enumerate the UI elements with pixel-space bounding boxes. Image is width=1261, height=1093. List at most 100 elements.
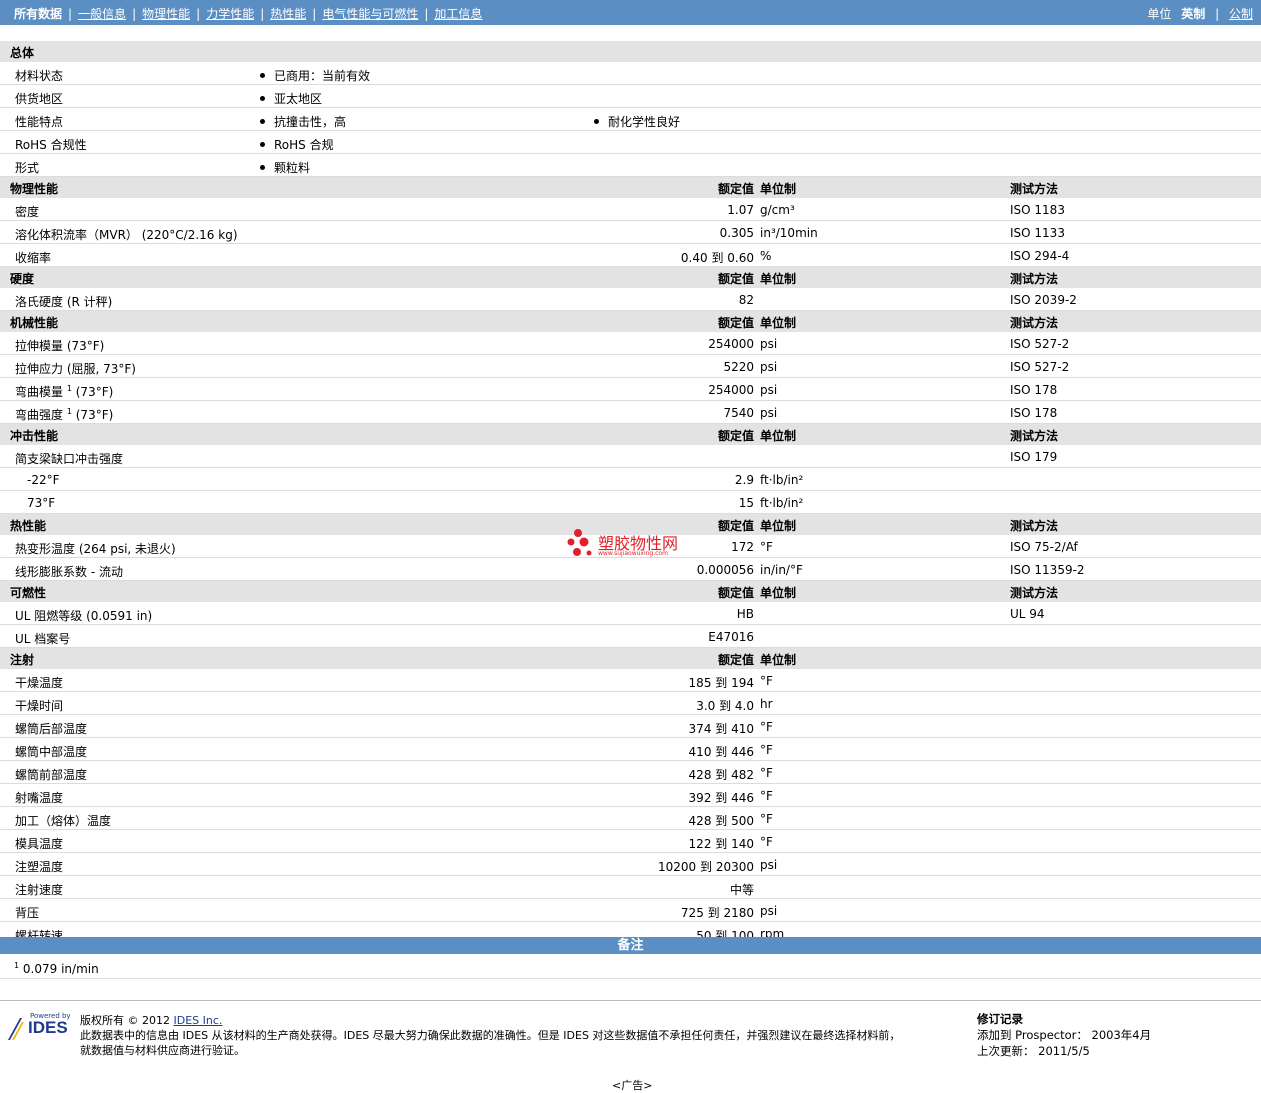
column-header-unit: 单位制 xyxy=(760,653,797,667)
unit-imperial[interactable]: 英制 xyxy=(1181,7,1205,21)
property-name-text: 弯曲模量 xyxy=(15,385,64,399)
section-title: 热性能 xyxy=(10,519,47,533)
nav-tab-2[interactable]: 物理性能 xyxy=(142,7,190,21)
property-name: UL 阻燃等级 (0.0591 in) xyxy=(15,607,152,624)
column-header-value: 额定值 xyxy=(717,653,754,667)
nav-tab-3[interactable]: 力学性能 xyxy=(206,7,254,21)
property-bullet: RoHS 合规 xyxy=(260,136,334,153)
property-unit: °F xyxy=(760,674,773,688)
property-unit: °F xyxy=(760,720,773,734)
notes-header: 备注 xyxy=(0,937,1261,954)
property-unit: °F xyxy=(760,743,773,757)
table-row: 溶化体积流率（MVR） (220°C/2.16 kg) 0.305 in³/10mi… xyxy=(0,221,1261,244)
property-name: -22°F xyxy=(27,473,60,487)
property-unit: °F xyxy=(760,766,773,780)
column-header-unit: 单位制 xyxy=(760,182,797,196)
section-title: 可燃性 xyxy=(10,586,47,600)
property-unit: °F xyxy=(760,789,773,803)
property-value: 1.07 xyxy=(727,203,754,217)
property-value: 725 到 2180 xyxy=(680,906,754,920)
property-unit: °F xyxy=(760,835,773,849)
nav-tabs: 所有数据 | 一般信息 | 物理性能 | 力学性能 | 热性能 | 电气性能与可燃性 | 加工信息 xyxy=(14,7,483,21)
property-name-text: 干燥时间 xyxy=(15,699,64,713)
property-name-text: -22°F xyxy=(27,473,60,487)
property-name: 加工（熔体）温度 xyxy=(15,812,111,829)
property-name-text: 简支梁缺口冲击强度 xyxy=(15,452,124,466)
test-method: UL 94 xyxy=(1010,607,1045,621)
property-name-text: 加工（熔体）温度 xyxy=(15,814,112,828)
test-method: ISO 2039-2 xyxy=(1010,293,1077,307)
table-row: 收缩率 0.40 到 0.60% ISO 294-4 xyxy=(0,244,1261,267)
table-row: 射嘴温度 392 到 446 °F xyxy=(0,784,1261,807)
nav-tab-0[interactable]: 所有数据 xyxy=(14,7,62,21)
table-row: 螺筒中部温度 410 到 446 °F xyxy=(0,738,1261,761)
table-row: 密度 1.07 g/cm³ ISO 1183 xyxy=(0,198,1261,221)
property-name: 收缩率 xyxy=(15,249,51,266)
property-value: 0.305 xyxy=(719,226,754,240)
property-value: 15 xyxy=(738,496,754,510)
nav-tab-6[interactable]: 加工信息 xyxy=(434,7,482,21)
property-name: 洛氏硬度 (R 计秤) xyxy=(15,293,112,310)
column-header-method: 测试方法 xyxy=(1010,586,1059,600)
copyright-prefix: 版权所有 © 2012 xyxy=(80,1014,174,1027)
column-header-method: 测试方法 xyxy=(1010,316,1059,330)
table-row: RoHS 合规性 RoHS 合规 xyxy=(0,131,1261,154)
property-unit: in³/10min xyxy=(760,226,818,240)
unit-metric-link[interactable]: 公制 xyxy=(1229,7,1253,21)
property-name-text: 模具温度 xyxy=(15,837,64,851)
test-method: ISO 11359-2 xyxy=(1010,563,1085,577)
property-value: E47016 xyxy=(708,630,754,644)
column-header-value: 额定值 xyxy=(717,429,754,443)
property-bullet: 已商用：当前有效 xyxy=(260,67,370,84)
property-name: 供货地区 xyxy=(15,92,64,106)
section-header-impact: 冲击性能 额定值 单位制 测试方法 xyxy=(0,424,1261,445)
table-row: 加工（熔体）温度 428 到 500 °F xyxy=(0,807,1261,830)
property-unit: °F xyxy=(760,540,773,554)
property-name-suffix: (73°F) xyxy=(71,385,114,399)
revision-title: 修订记录 xyxy=(977,1012,1023,1026)
table-row: UL 档案号 E47016 xyxy=(0,625,1261,648)
property-unit: ft·lb/in² xyxy=(760,496,804,510)
property-value: 7540 xyxy=(723,406,754,420)
table-row: 材料状态 已商用：当前有效 xyxy=(0,62,1261,85)
table-row: 螺筒后部温度 374 到 410 °F xyxy=(0,715,1261,738)
property-name: 溶化体积流率（MVR） (220°C/2.16 kg) xyxy=(15,226,238,243)
column-header-value: 额定值 xyxy=(717,272,754,286)
disclaimer-line-2: 就数据值与材料供应商进行验证。 xyxy=(80,1044,245,1057)
property-name: 线形膨胀系数 - 流动 xyxy=(15,563,123,580)
nav-tab-1[interactable]: 一般信息 xyxy=(78,7,126,21)
property-value: 428 到 500 xyxy=(688,814,754,828)
nav-tab-5[interactable]: 电气性能与可燃性 xyxy=(322,7,418,21)
property-name-text: 洛氏硬度 (R 计秤) xyxy=(15,295,113,309)
property-name: RoHS 合规性 xyxy=(15,138,87,152)
property-name: 射嘴温度 xyxy=(15,789,63,806)
property-value: 5220 xyxy=(723,360,754,374)
property-name: 性能特点 xyxy=(15,115,64,129)
table-row: UL 阻燃等级 (0.0591 in) HB UL 94 xyxy=(0,602,1261,625)
nav-tab-4[interactable]: 热性能 xyxy=(270,7,306,21)
ides-link[interactable]: IDES Inc. xyxy=(173,1014,222,1027)
property-name: 简支梁缺口冲击强度 xyxy=(15,450,123,467)
property-name-text: 弯曲强度 xyxy=(15,408,64,422)
property-name-suffix: (73°F) xyxy=(71,408,114,422)
table-row: -22°F 2.9 ft·lb/in² xyxy=(0,468,1261,491)
table-row: 73°F 15 ft·lb/in² xyxy=(0,491,1261,514)
section-title: 冲击性能 xyxy=(10,429,59,443)
property-unit: °F xyxy=(760,812,773,826)
copyright-block: 版权所有 © 2012 IDES Inc. 此数据表中的信息由 IDES 从该材… xyxy=(80,1013,900,1058)
table-row: 拉伸应力 (屈服, 73°F) 5220 psi ISO 527-2 xyxy=(0,355,1261,378)
table-row: 性能特点 抗撞击性，高 耐化学性良好 xyxy=(0,108,1261,131)
property-value: 0.40 到 0.60 xyxy=(680,251,754,265)
property-name-text: UL 阻燃等级 (0.0591 in) xyxy=(15,609,153,623)
property-name-text: 拉伸模量 (73°F) xyxy=(15,339,105,353)
property-name: 密度 xyxy=(15,203,39,220)
property-name: 螺筒后部温度 xyxy=(15,720,87,737)
column-header-method: 测试方法 xyxy=(1010,429,1059,443)
watermark-dots-icon xyxy=(567,529,592,556)
property-name: 热变形温度 (264 psi, 未退火) xyxy=(15,540,176,557)
divider xyxy=(0,978,1261,979)
section-title: 物理性能 xyxy=(10,182,59,196)
property-unit: psi xyxy=(760,406,778,420)
table-row: 洛氏硬度 (R 计秤) 82 ISO 2039-2 xyxy=(0,288,1261,311)
property-name: UL 档案号 xyxy=(15,630,70,647)
